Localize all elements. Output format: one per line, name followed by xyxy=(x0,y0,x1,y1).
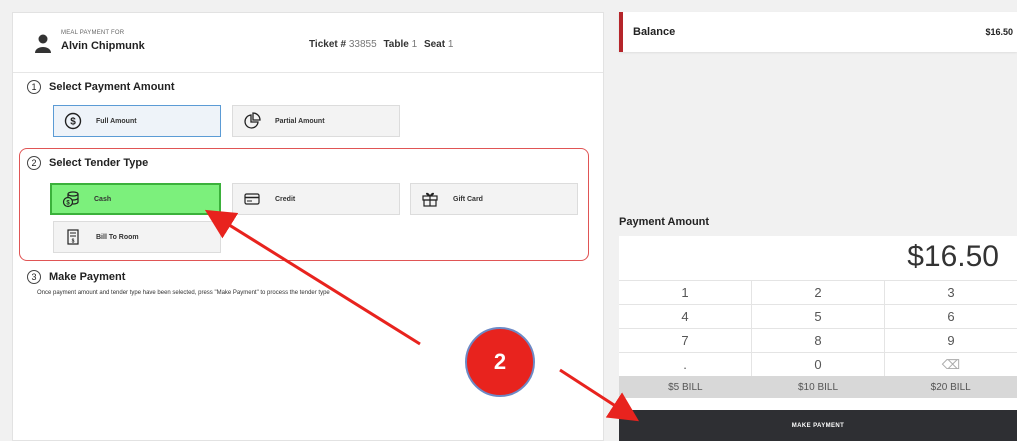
ticket-label: Ticket # xyxy=(309,39,347,50)
table-number: 1 xyxy=(411,39,418,50)
key-decimal[interactable]: . xyxy=(619,353,752,376)
payment-header: MEAL PAYMENT FOR Alvin Chipmunk Ticket #… xyxy=(13,13,603,73)
five-dollar-bill-button[interactable]: $5 BILL xyxy=(619,376,752,398)
partial-amount-label: Partial Amount xyxy=(275,117,325,125)
make-payment-button[interactable]: MAKE PAYMENT xyxy=(619,410,1017,441)
meal-payment-for-label: MEAL PAYMENT FOR xyxy=(61,30,125,36)
key-1[interactable]: 1 xyxy=(619,281,752,304)
svg-text:$: $ xyxy=(70,117,76,128)
balance-value: $16.50 xyxy=(985,27,1013,37)
gift-icon xyxy=(421,190,439,208)
keypad-keys: 1 2 3 4 5 6 7 8 9 . 0 ⌫ $5 BILL $10 BILL xyxy=(619,280,1017,398)
user-icon xyxy=(35,34,51,53)
make-payment-instructions: Once payment amount and tender type have… xyxy=(37,290,330,296)
credit-button[interactable]: Credit xyxy=(232,183,400,215)
twenty-dollar-bill-button[interactable]: $20 BILL xyxy=(884,376,1017,398)
step-2-heading: 2 Select Tender Type xyxy=(27,156,148,170)
ticket-info: Ticket # 33855 Table 1 Seat 1 xyxy=(309,39,457,50)
dollar-circle-icon: $ xyxy=(64,112,82,130)
bill-to-room-label: Bill To Room xyxy=(96,233,139,241)
step-3-number: 3 xyxy=(27,270,41,284)
ticket-number: 33855 xyxy=(348,39,377,50)
svg-text:$: $ xyxy=(72,239,75,245)
step-3-title: Make Payment xyxy=(49,271,126,283)
pie-chart-icon xyxy=(243,112,261,130)
seat-number: 1 xyxy=(447,39,454,50)
cash-label: Cash xyxy=(94,195,112,203)
full-amount-button[interactable]: $ Full Amount xyxy=(53,105,221,137)
key-8[interactable]: 8 xyxy=(752,329,885,352)
key-3[interactable]: 3 xyxy=(885,281,1017,304)
customer-name: Alvin Chipmunk xyxy=(61,40,145,52)
step-1-title: Select Payment Amount xyxy=(49,81,175,93)
key-6[interactable]: 6 xyxy=(885,305,1017,328)
key-5[interactable]: 5 xyxy=(752,305,885,328)
key-0[interactable]: 0 xyxy=(752,353,885,376)
payment-amount-label: Payment Amount xyxy=(619,216,710,228)
step-1-heading: 1 Select Payment Amount xyxy=(27,80,175,94)
cash-coins-icon: $ xyxy=(62,190,80,208)
backspace-icon[interactable]: ⌫ xyxy=(885,353,1017,376)
step-1-number: 1 xyxy=(27,80,41,94)
credit-label: Credit xyxy=(275,195,296,203)
cash-button[interactable]: $ Cash xyxy=(50,183,221,215)
bill-room-icon: $ xyxy=(64,228,82,246)
key-4[interactable]: 4 xyxy=(619,305,752,328)
full-amount-label: Full Amount xyxy=(96,117,137,125)
seat-label: Seat xyxy=(423,39,446,50)
partial-amount-button[interactable]: Partial Amount xyxy=(232,105,400,137)
bill-to-room-button[interactable]: $ Bill To Room xyxy=(53,221,221,253)
key-2[interactable]: 2 xyxy=(752,281,885,304)
payment-keypad: $16.50 1 2 3 4 5 6 7 8 9 . 0 ⌫ $5 BILL $… xyxy=(619,236,1017,441)
step-2-number: 2 xyxy=(27,156,41,170)
step-2-title: Select Tender Type xyxy=(49,157,149,169)
payment-amount-display[interactable]: $16.50 xyxy=(907,240,999,274)
ten-dollar-bill-button[interactable]: $10 BILL xyxy=(752,376,885,398)
step-2-badge: 2 xyxy=(465,327,535,397)
step-3-heading: 3 Make Payment xyxy=(27,270,125,284)
gift-card-button[interactable]: Gift Card xyxy=(410,183,578,215)
gift-card-label: Gift Card xyxy=(453,195,483,203)
balance-label: Balance xyxy=(633,26,676,38)
app-root: MEAL PAYMENT FOR Alvin Chipmunk Ticket #… xyxy=(0,0,1017,441)
credit-card-icon xyxy=(243,190,261,208)
table-label: Table xyxy=(383,39,409,50)
balance-bar: Balance $16.50 xyxy=(619,12,1017,52)
key-9[interactable]: 9 xyxy=(885,329,1017,352)
key-7[interactable]: 7 xyxy=(619,329,752,352)
